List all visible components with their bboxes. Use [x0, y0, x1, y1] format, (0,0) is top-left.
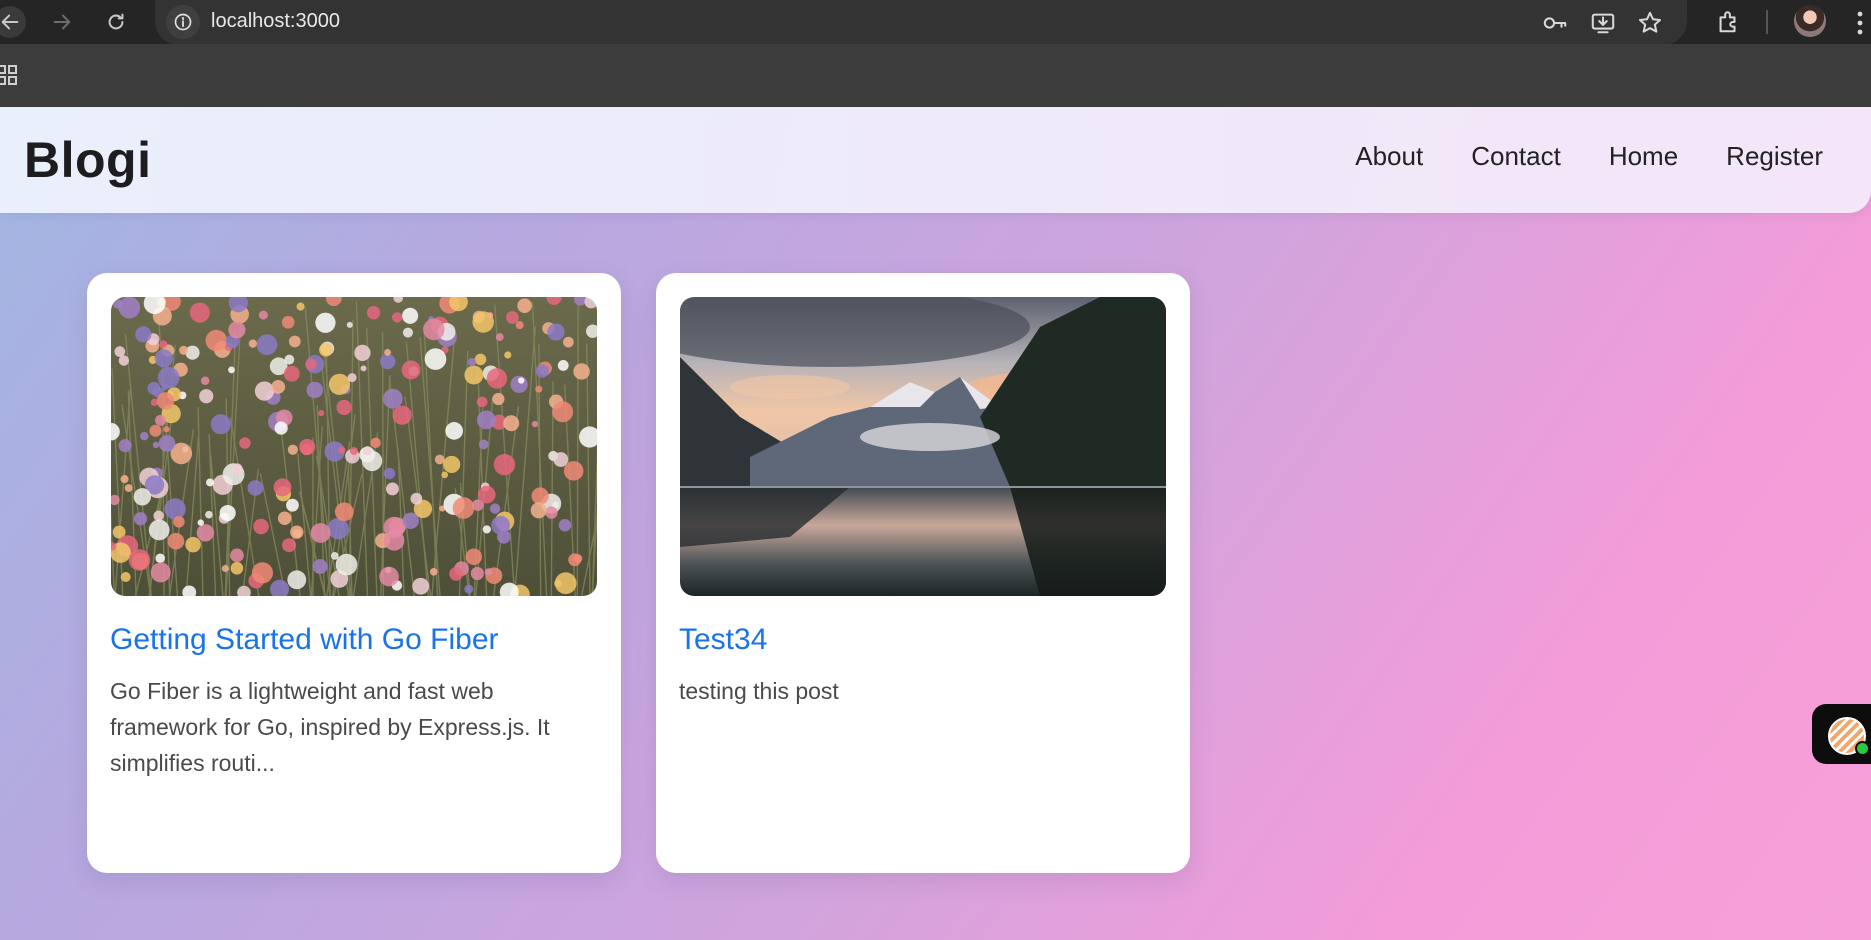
nav-link-home[interactable]: Home [1609, 141, 1678, 172]
post-title[interactable]: Test34 [679, 623, 1169, 657]
url-text[interactable]: localhost:3000 [211, 10, 340, 33]
nav-links: About Contact Home Register [1355, 141, 1823, 172]
browser-toolbar: localhost:3000 [0, 0, 1871, 45]
more-menu-icon[interactable] [1850, 8, 1870, 38]
post-title[interactable]: Getting Started with Go Fiber [110, 623, 600, 657]
install-app-icon[interactable] [1588, 8, 1618, 38]
wildflower-field-photo[interactable] [111, 297, 597, 596]
online-status-dot [1855, 741, 1870, 756]
nav-link-register[interactable]: Register [1726, 141, 1823, 172]
nav-link-contact[interactable]: Contact [1471, 141, 1561, 172]
post-excerpt: Go Fiber is a lightweight and fast web f… [110, 678, 550, 776]
site-info-icon[interactable] [166, 5, 200, 39]
toolbar-divider [1766, 10, 1768, 34]
key-icon[interactable] [1540, 8, 1570, 38]
mountain-lake-sunset-photo[interactable] [680, 297, 1166, 596]
profile-avatar[interactable] [1794, 5, 1826, 37]
back-arrow-icon[interactable] [0, 6, 26, 38]
brand-logo[interactable]: Blogi [24, 131, 151, 189]
post-card[interactable]: Test34 testing this post [656, 273, 1190, 873]
page-viewport: Blogi About Contact Home Register Gettin… [0, 107, 1871, 940]
apps-grid-icon[interactable] [0, 64, 18, 86]
forward-arrow-icon[interactable] [46, 6, 78, 38]
nav-link-about[interactable]: About [1355, 141, 1423, 172]
site-navbar: Blogi About Contact Home Register [0, 107, 1871, 213]
extensions-icon[interactable] [1712, 6, 1744, 38]
address-bar[interactable]: localhost:3000 [155, 0, 1687, 45]
post-excerpt: testing this post [679, 678, 839, 704]
chat-widget-button[interactable] [1812, 704, 1871, 764]
post-card[interactable]: Getting Started with Go Fiber Go Fiber i… [87, 273, 621, 873]
star-icon[interactable] [1635, 8, 1665, 38]
reload-icon[interactable] [100, 6, 132, 38]
bookmarks-bar [0, 44, 1871, 107]
